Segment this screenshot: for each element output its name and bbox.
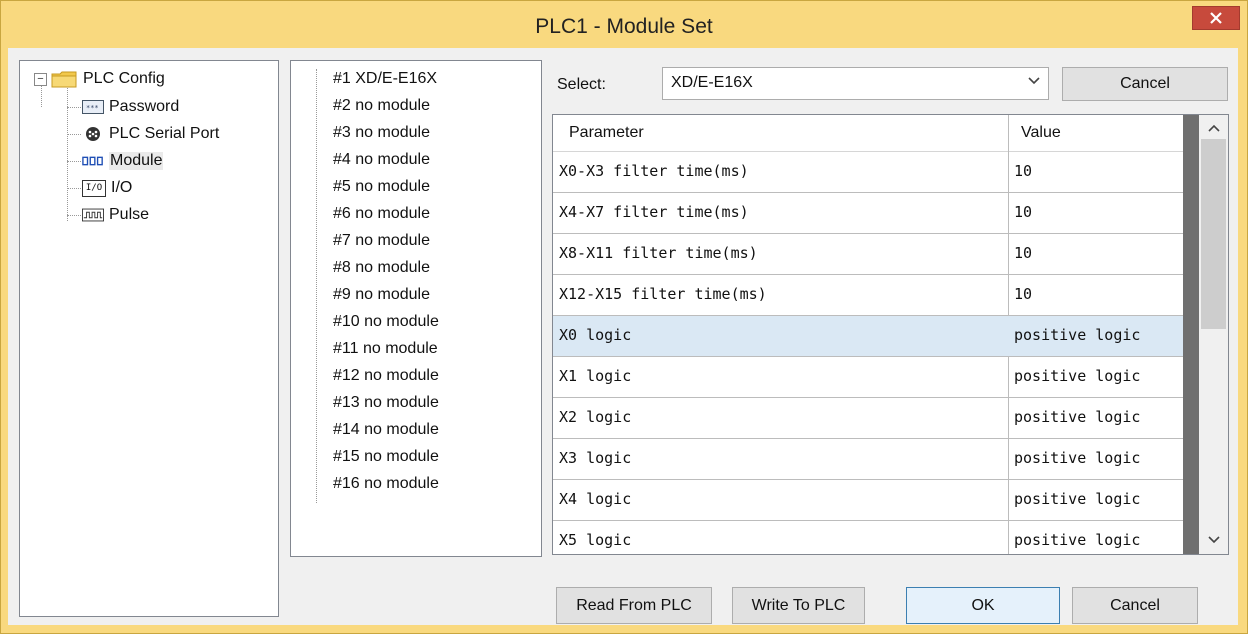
value-cell[interactable]: 10 — [1014, 162, 1032, 180]
param-cell: X4-X7 filter time(ms) — [559, 203, 749, 221]
module-item[interactable]: #13 no module — [333, 394, 439, 412]
module-item[interactable]: #1 XD/E-E16X — [333, 70, 437, 88]
table-row[interactable]: X0-X3 filter time(ms) 10 — [553, 152, 1183, 193]
grid-header: Parameter Value — [553, 115, 1183, 152]
param-cell: X4 logic — [559, 490, 632, 508]
scroll-down-icon[interactable] — [1207, 535, 1221, 545]
svg-text:***: *** — [86, 104, 99, 112]
module-item[interactable]: #3 no module — [333, 124, 430, 142]
window-title: PLC1 - Module Set — [535, 15, 713, 38]
param-cell: X2 logic — [559, 408, 632, 426]
module-item[interactable]: #8 no module — [333, 259, 430, 277]
table-row[interactable]: X2 logic positive logic — [553, 398, 1183, 439]
value-cell[interactable]: 10 — [1014, 244, 1032, 262]
tree-root-label: PLC Config — [83, 70, 165, 87]
param-cell: X0-X3 filter time(ms) — [559, 162, 749, 180]
module-item[interactable]: #10 no module — [333, 313, 439, 331]
tree-item-password[interactable]: *** Password — [82, 96, 179, 118]
param-cell: X0 logic — [559, 326, 632, 344]
module-item[interactable]: #14 no module — [333, 421, 439, 439]
column-header-parameter[interactable]: Parameter — [569, 124, 644, 142]
io-icon: I/O — [82, 179, 106, 197]
collapse-icon[interactable]: − — [34, 72, 47, 86]
serial-port-icon — [82, 127, 104, 142]
column-header-value[interactable]: Value — [1021, 124, 1061, 142]
value-cell[interactable]: 10 — [1014, 285, 1032, 303]
table-row[interactable]: X4-X7 filter time(ms) 10 — [553, 193, 1183, 234]
vertical-scrollbar[interactable] — [1183, 115, 1228, 554]
value-cell[interactable]: positive logic — [1014, 490, 1140, 508]
module-item[interactable]: #4 no module — [333, 151, 430, 169]
table-row[interactable]: X3 logic positive logic — [553, 439, 1183, 480]
module-item[interactable]: #16 no module — [333, 475, 439, 493]
tree-item-pulse[interactable]: Pulse — [82, 204, 149, 226]
parameter-grid: Parameter Value X0-X3 filter time(ms) 10… — [552, 114, 1229, 555]
pulse-icon — [82, 208, 104, 223]
module-item[interactable]: #15 no module — [333, 448, 439, 466]
module-item[interactable]: #2 no module — [333, 97, 430, 115]
module-icon — [82, 154, 104, 169]
module-item[interactable]: #7 no module — [333, 232, 430, 250]
table-row-selected[interactable]: X0 logic positive logic — [553, 316, 1183, 357]
select-value: XD/E-E16X — [671, 74, 753, 91]
value-cell[interactable]: positive logic — [1014, 367, 1140, 385]
module-item[interactable]: #5 no module — [333, 178, 430, 196]
chevron-down-icon — [1028, 77, 1040, 85]
tree-item-label: I/O — [111, 179, 133, 196]
module-list: #1 XD/E-E16X #2 no module #3 no module #… — [290, 60, 542, 557]
param-cell: X3 logic — [559, 449, 632, 467]
value-cell[interactable]: positive logic — [1014, 449, 1140, 467]
table-row[interactable]: X1 logic positive logic — [553, 357, 1183, 398]
folder-icon — [51, 71, 77, 88]
tree-item-io[interactable]: I/O I/O — [82, 177, 132, 199]
scroll-up-icon[interactable] — [1207, 123, 1221, 133]
value-cell[interactable]: positive logic — [1014, 531, 1140, 549]
param-cell: X8-X11 filter time(ms) — [559, 244, 758, 262]
param-cell: X5 logic — [559, 531, 632, 549]
close-button[interactable] — [1192, 6, 1240, 30]
password-icon: *** — [82, 100, 104, 115]
table-row[interactable]: X8-X11 filter time(ms) 10 — [553, 234, 1183, 275]
module-item[interactable]: #9 no module — [333, 286, 430, 304]
config-tree: − PLC Config *** Password PLC Serial Por… — [19, 60, 279, 617]
scrollbar-thumb[interactable] — [1201, 139, 1226, 329]
close-icon — [1210, 12, 1222, 24]
table-row[interactable]: X12-X15 filter time(ms) 10 — [553, 275, 1183, 316]
read-from-plc-button[interactable]: Read From PLC — [556, 587, 712, 624]
top-cancel-button[interactable]: Cancel — [1062, 67, 1228, 101]
value-cell[interactable]: positive logic — [1014, 408, 1140, 426]
tree-root-plc-config[interactable]: − PLC Config — [34, 68, 165, 90]
param-cell: X12-X15 filter time(ms) — [559, 285, 767, 303]
module-item[interactable]: #11 no module — [333, 340, 438, 358]
tree-item-module[interactable]: Module — [82, 150, 164, 172]
cancel-button[interactable]: Cancel — [1072, 587, 1198, 624]
value-cell[interactable]: 10 — [1014, 203, 1032, 221]
table-row[interactable]: X5 logic positive logic — [553, 521, 1183, 554]
select-label: Select: — [557, 76, 606, 93]
tree-item-plc-serial-port[interactable]: PLC Serial Port — [82, 123, 219, 145]
module-item[interactable]: #12 no module — [333, 367, 439, 385]
tree-item-label: Password — [109, 98, 180, 115]
tree-item-label: Module — [109, 152, 164, 170]
write-to-plc-button[interactable]: Write To PLC — [732, 587, 865, 624]
tree-item-label: PLC Serial Port — [109, 125, 220, 142]
param-cell: X1 logic — [559, 367, 632, 385]
scrollbar-edge — [1183, 115, 1199, 554]
tree-item-label: Pulse — [109, 206, 150, 223]
ok-button[interactable]: OK — [906, 587, 1060, 624]
table-row[interactable]: X4 logic positive logic — [553, 480, 1183, 521]
module-type-select[interactable]: XD/E-E16X — [662, 67, 1049, 100]
value-cell[interactable]: positive logic — [1014, 326, 1140, 344]
module-item[interactable]: #6 no module — [333, 205, 430, 223]
